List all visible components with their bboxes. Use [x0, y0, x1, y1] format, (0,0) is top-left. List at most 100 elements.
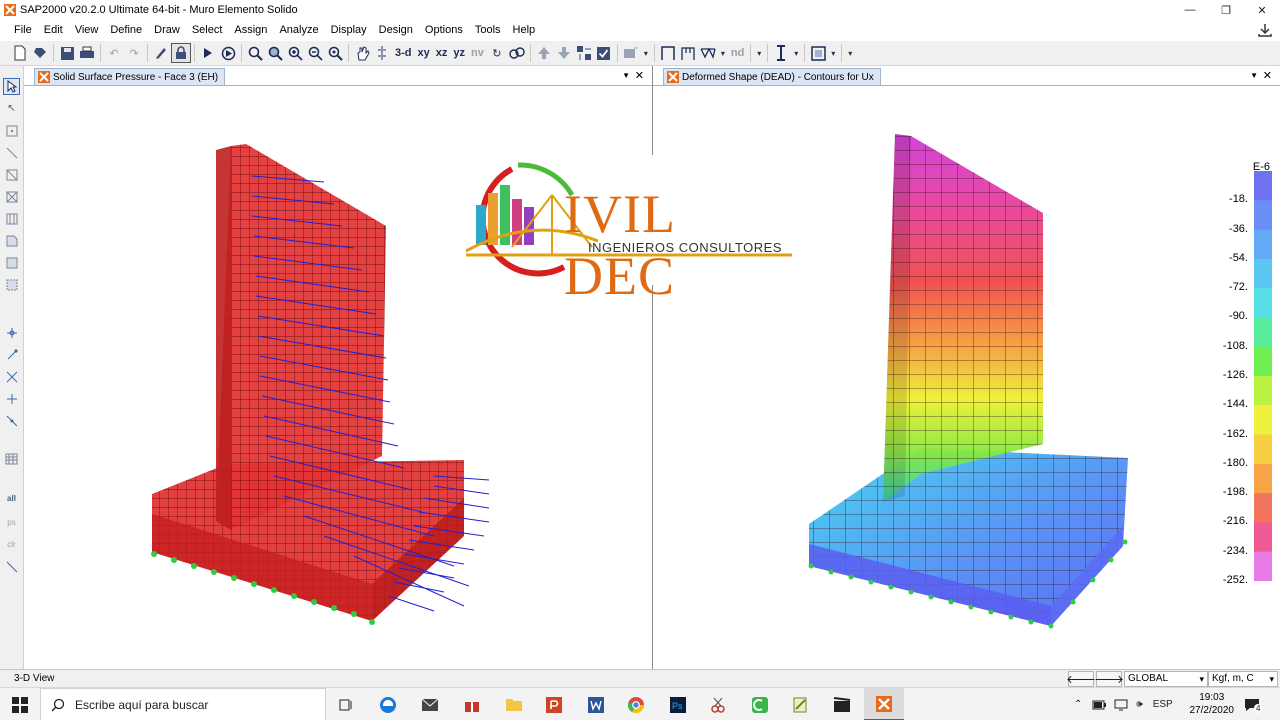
edit-pencil-icon[interactable]: [151, 43, 171, 63]
dropdown-arrow-icon[interactable]: ▾: [828, 43, 838, 63]
run-analysis-icon[interactable]: [198, 43, 218, 63]
dropdown-arrow-icon[interactable]: ▾: [791, 43, 801, 63]
save-icon[interactable]: [57, 43, 77, 63]
chevron-up-icon[interactable]: ⌃: [1074, 699, 1082, 710]
minimize-button[interactable]: —: [1172, 0, 1208, 20]
quick-draw-line-icon[interactable]: [3, 166, 20, 183]
perspective-icon[interactable]: [507, 43, 527, 63]
draw-joint-icon[interactable]: [3, 122, 20, 139]
dropdown-arrow-icon[interactable]: ▾: [845, 43, 855, 63]
notepad-plus-icon[interactable]: [780, 688, 820, 720]
intersecting-line-icon[interactable]: [3, 558, 20, 575]
set-element-icon[interactable]: [372, 43, 392, 63]
previous-view-button[interactable]: 🡐: [1066, 671, 1096, 687]
undo-icon[interactable]: ↶: [104, 43, 124, 63]
powerpoint-icon[interactable]: [534, 688, 574, 720]
section-cut-icon[interactable]: [771, 43, 791, 63]
open-icon[interactable]: [30, 43, 50, 63]
display-options-icon[interactable]: [621, 43, 641, 63]
rotate-icon[interactable]: ↻: [487, 43, 507, 63]
download-icon[interactable]: [1258, 23, 1272, 37]
notifications-button[interactable]: 4: [1244, 688, 1263, 720]
close-button[interactable]: ✕: [1244, 0, 1280, 20]
next-view-button[interactable]: 🡒: [1094, 671, 1124, 687]
pan-icon[interactable]: [352, 43, 372, 63]
redo-icon[interactable]: ↷: [124, 43, 144, 63]
chrome-icon[interactable]: [616, 688, 656, 720]
menu-tools[interactable]: Tools: [469, 20, 507, 41]
draw-secondary-beam-icon[interactable]: [3, 210, 20, 227]
mail-icon[interactable]: [410, 688, 450, 720]
move-up-icon[interactable]: [534, 43, 554, 63]
view-3d-button[interactable]: 3-d: [392, 43, 415, 63]
left-panel-tab[interactable]: Solid Surface Pressure - Face 3 (EH): [34, 68, 226, 85]
file-explorer-icon[interactable]: [494, 688, 534, 720]
menu-analyze[interactable]: Analyze: [273, 20, 324, 41]
menu-design[interactable]: Design: [373, 20, 419, 41]
view-nv-button[interactable]: nv: [468, 43, 487, 63]
area-section-icon[interactable]: [808, 43, 828, 63]
menu-help[interactable]: Help: [507, 20, 542, 41]
taskbar-search-box[interactable]: Escribe aquí para buscar: [40, 688, 326, 720]
lock-icon[interactable]: [171, 43, 191, 63]
previous-select-icon[interactable]: ps: [3, 514, 20, 531]
edge-browser-icon[interactable]: [368, 688, 408, 720]
check-model-icon[interactable]: [594, 43, 614, 63]
task-view-icon[interactable]: [326, 688, 366, 720]
view-nd-button[interactable]: nd: [728, 43, 747, 63]
view-xy-button[interactable]: xy: [415, 43, 433, 63]
gift-app-icon[interactable]: [452, 688, 492, 720]
snap-intersections-icon[interactable]: [3, 368, 20, 385]
snap-points-icon[interactable]: [3, 324, 20, 341]
draw-portal-icon[interactable]: [678, 43, 698, 63]
run-live-icon[interactable]: [218, 43, 238, 63]
menu-display[interactable]: Display: [325, 20, 373, 41]
panel-menu-icon[interactable]: ▼: [1250, 71, 1258, 80]
select-grid-icon[interactable]: [3, 450, 20, 467]
zoom-rubber-icon[interactable]: [265, 43, 285, 63]
zoom-fit-icon[interactable]: [325, 43, 345, 63]
view-yz-button[interactable]: yz: [450, 43, 468, 63]
menu-define[interactable]: Define: [104, 20, 148, 41]
battery-icon[interactable]: [1092, 700, 1107, 710]
dropdown-arrow-icon[interactable]: ▾: [754, 43, 764, 63]
draw-truss-icon[interactable]: [698, 43, 718, 63]
menu-draw[interactable]: Draw: [148, 20, 186, 41]
menu-file[interactable]: File: [8, 20, 38, 41]
select-all-icon[interactable]: all: [3, 490, 20, 507]
draw-brace-icon[interactable]: [3, 188, 20, 205]
show-grid-icon[interactable]: [574, 43, 594, 63]
photoshop-icon[interactable]: Ps: [658, 688, 698, 720]
start-button[interactable]: [0, 688, 40, 720]
draw-line-icon[interactable]: [3, 144, 20, 161]
snap-ends-icon[interactable]: [3, 346, 20, 363]
video-editor-icon[interactable]: [822, 688, 862, 720]
menu-view[interactable]: View: [69, 20, 105, 41]
panel-menu-icon[interactable]: ▼: [622, 71, 630, 80]
zoom-in-icon[interactable]: [285, 43, 305, 63]
camtasia-icon[interactable]: [740, 688, 780, 720]
units-select[interactable]: Kgf, m, C ▾: [1208, 671, 1278, 687]
snipping-tool-icon[interactable]: [698, 688, 738, 720]
language-indicator[interactable]: ESP: [1153, 699, 1173, 710]
dropdown-arrow-icon[interactable]: ▾: [718, 43, 728, 63]
zoom-window-icon[interactable]: [245, 43, 265, 63]
draw-frame-icon[interactable]: [658, 43, 678, 63]
dropdown-arrow-icon[interactable]: ▾: [641, 43, 651, 63]
print-icon[interactable]: [77, 43, 97, 63]
clear-select-icon[interactable]: clr: [3, 536, 20, 553]
pointer-select-icon[interactable]: [3, 78, 20, 95]
volume-icon[interactable]: 🕪: [1136, 699, 1142, 710]
view-xz-button[interactable]: xz: [433, 43, 451, 63]
menu-options[interactable]: Options: [419, 20, 469, 41]
right-panel-tab[interactable]: Deformed Shape (DEAD) - Contours for Ux: [663, 68, 881, 85]
move-down-icon[interactable]: [554, 43, 574, 63]
menu-assign[interactable]: Assign: [228, 20, 273, 41]
menu-select[interactable]: Select: [186, 20, 229, 41]
menu-edit[interactable]: Edit: [38, 20, 69, 41]
coord-system-select[interactable]: GLOBAL ▾: [1124, 671, 1208, 687]
restore-button[interactable]: ❐: [1208, 0, 1244, 20]
network-icon[interactable]: [1114, 699, 1128, 711]
reshape-icon[interactable]: ↖: [3, 100, 20, 117]
taskbar-clock[interactable]: 19:03 27/2/2020: [1190, 691, 1235, 717]
